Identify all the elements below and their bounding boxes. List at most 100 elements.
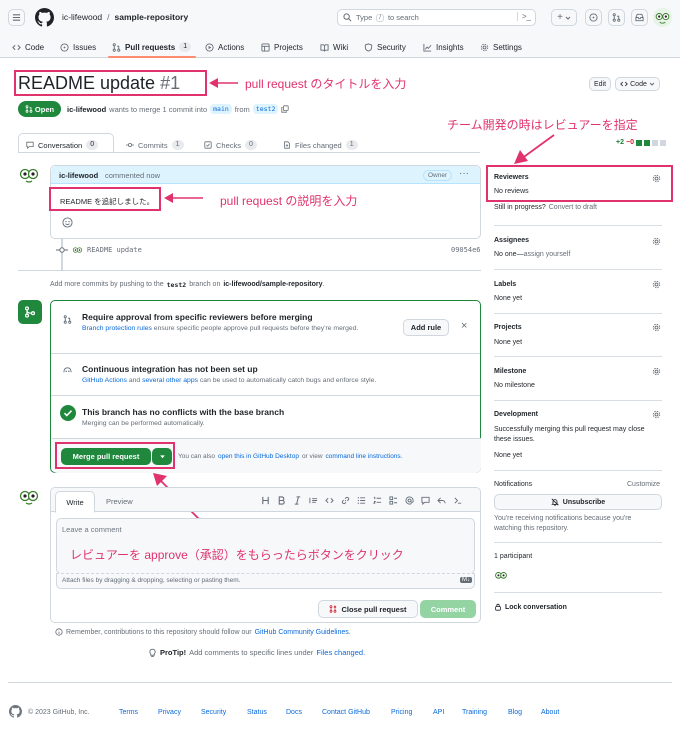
guidelines-link[interactable]: GitHub Community Guidelines (255, 629, 349, 636)
footer-link-terms[interactable]: Terms (119, 709, 138, 716)
tab-pull-requests[interactable]: Pull requests 1 (112, 40, 192, 54)
participant-avatar-icon[interactable] (494, 569, 508, 583)
reviewers-gear-icon[interactable] (652, 174, 661, 183)
search-input[interactable]: Type / to search >_ (337, 9, 536, 26)
form-avatar-icon[interactable] (18, 486, 40, 508)
breadcrumb-owner[interactable]: ic-lifewood (62, 12, 102, 22)
footer-link-contact[interactable]: Contact GitHub (322, 709, 370, 716)
labels-gear-icon[interactable] (652, 280, 661, 289)
tab-settings[interactable]: Settings (480, 40, 522, 54)
tab-preview[interactable]: Preview (106, 497, 133, 506)
tab-security[interactable]: Security (364, 40, 406, 54)
create-new-button[interactable]: + (551, 9, 577, 26)
code-icon[interactable] (325, 496, 334, 505)
projects-gear-icon[interactable] (652, 323, 661, 332)
close-pull-request-button[interactable]: Close pull request (318, 600, 418, 618)
commit-dot-icon (56, 247, 68, 253)
assignees-title[interactable]: Assignees (494, 237, 529, 244)
footer-link-api[interactable]: API (433, 709, 444, 716)
footer-link-security[interactable]: Security (201, 709, 226, 716)
github-footer-logo-icon[interactable] (9, 705, 22, 718)
tab-wiki[interactable]: Wiki (320, 40, 348, 54)
tab-files-changed[interactable]: Files changed 1 (283, 138, 358, 152)
commit-sha[interactable]: 09054e6 (451, 246, 481, 254)
branch-protection-link[interactable]: Branch protection rules (82, 325, 152, 332)
lock-conversation[interactable]: Lock conversation (494, 603, 567, 611)
footer-link-status[interactable]: Status (247, 709, 267, 716)
ci-and: and (128, 377, 141, 384)
comment-author[interactable]: ic-lifewood (59, 171, 98, 180)
tab-projects[interactable]: Projects (261, 40, 303, 54)
footer-link-pricing[interactable]: Pricing (391, 709, 412, 716)
bold-icon[interactable] (277, 496, 286, 505)
issues-button[interactable] (585, 9, 602, 26)
development-title[interactable]: Development (494, 411, 538, 418)
github-logo[interactable] (35, 8, 54, 27)
convert-to-draft-link[interactable]: Convert to draft (549, 204, 597, 211)
footer-link-privacy[interactable]: Privacy (158, 709, 181, 716)
footer-link-training[interactable]: Training (462, 709, 487, 716)
footer-link-blog[interactable]: Blog (508, 709, 522, 716)
tab-code[interactable]: Code (12, 40, 44, 54)
tab-issues[interactable]: Issues (60, 40, 96, 54)
comment-avatar-icon[interactable] (18, 164, 40, 186)
task-list-icon[interactable] (389, 496, 398, 505)
pr-author[interactable]: ic-lifewood (67, 105, 106, 114)
unsubscribe-button[interactable]: Unsubscribe (494, 494, 662, 510)
comment-button[interactable]: Comment (420, 600, 476, 618)
base-branch[interactable]: main (210, 104, 232, 114)
github-desktop-link[interactable]: open this in GitHub Desktop (218, 453, 299, 460)
footer-link-docs[interactable]: Docs (286, 709, 302, 716)
unordered-list-icon[interactable] (357, 496, 366, 505)
user-avatar[interactable] (653, 8, 672, 27)
slash-commands-icon[interactable] (453, 496, 462, 505)
milestone-gear-icon[interactable] (652, 367, 661, 376)
footer-link-about[interactable]: About (541, 709, 559, 716)
add-rule-button[interactable]: Add rule (403, 319, 449, 336)
book-icon (320, 43, 329, 52)
reply-icon[interactable] (437, 496, 446, 505)
assign-yourself-link[interactable]: assign yourself (524, 251, 571, 258)
protip-link[interactable]: Files changed (316, 648, 363, 657)
reviewers-title[interactable]: Reviewers (494, 174, 529, 181)
customize-link[interactable]: Customize (627, 481, 660, 488)
command-palette-icon[interactable]: >_ (516, 12, 531, 21)
edit-button[interactable]: Edit (589, 77, 611, 91)
tab-conversation[interactable]: Conversation 0 (26, 138, 99, 152)
commit-avatar-icon[interactable] (72, 245, 83, 256)
head-branch[interactable]: test2 (252, 104, 279, 114)
quote-icon[interactable] (309, 496, 318, 505)
ordered-list-icon[interactable] (373, 496, 382, 505)
comment-menu-button[interactable]: ··· (459, 168, 469, 179)
copy-icon[interactable] (281, 105, 289, 113)
mention-icon[interactable] (405, 496, 414, 505)
development-text: Successfully merging this pull request m… (494, 426, 645, 443)
tab-checks[interactable]: Checks 0 (204, 138, 257, 152)
heading-icon[interactable] (261, 496, 270, 505)
cross-reference-icon[interactable] (421, 496, 430, 505)
commit-message[interactable]: README update (87, 246, 142, 254)
command-line-link[interactable]: command line instructions (326, 453, 401, 460)
tab-write[interactable]: Write (55, 491, 95, 513)
inbox-button[interactable] (631, 9, 648, 26)
tab-actions[interactable]: Actions (205, 40, 244, 54)
attach-bar[interactable]: Attach files by dragging & dropping, sel… (56, 573, 475, 589)
tab-commits[interactable]: Commits 1 (126, 138, 184, 152)
italic-icon[interactable] (293, 496, 302, 505)
code-button[interactable]: Code (615, 77, 660, 91)
labels-title[interactable]: Labels (494, 281, 516, 288)
milestone-title[interactable]: Milestone (494, 368, 526, 375)
pull-requests-button[interactable] (608, 9, 625, 26)
development-gear-icon[interactable] (652, 410, 661, 419)
assignees-gear-icon[interactable] (652, 237, 661, 246)
push-hint-mid: branch on (189, 281, 221, 288)
breadcrumb-repo[interactable]: sample-repository (115, 12, 189, 22)
github-actions-link[interactable]: GitHub Actions (82, 377, 127, 384)
tab-insights[interactable]: Insights (423, 40, 464, 54)
dismiss-close-icon[interactable]: × (461, 320, 467, 332)
menu-button[interactable] (8, 9, 25, 26)
emoji-reaction-icon[interactable] (62, 217, 73, 228)
link-icon[interactable] (341, 496, 350, 505)
other-apps-link[interactable]: several other apps (142, 377, 198, 384)
projects-title[interactable]: Projects (494, 324, 522, 331)
